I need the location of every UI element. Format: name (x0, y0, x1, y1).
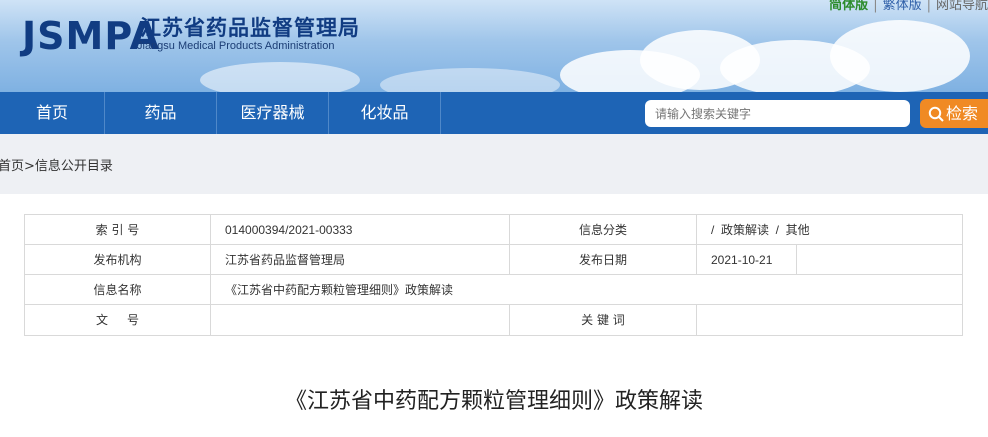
doc-no-label: 文 号 (25, 305, 211, 335)
nav-divider (440, 92, 441, 134)
org-name-cn: 江苏省药品监督管理局 (140, 16, 360, 40)
link-traditional[interactable]: 繁体版 (883, 0, 922, 13)
banner-cloud (830, 20, 970, 92)
info-table: 索 引 号 014000394/2021-00333 信息分类 / 政策解读 /… (24, 214, 963, 336)
nav-item-cosmetics[interactable]: 化妆品 (329, 92, 440, 134)
banner-cloud (380, 68, 560, 92)
index-value: 014000394/2021-00333 (211, 215, 510, 245)
site-header: JSMPA 江苏省药品监督管理局 Jiangsu Medical Product… (0, 0, 988, 92)
search-button[interactable]: 检索 (920, 99, 988, 128)
divider: | (873, 0, 878, 13)
org-name-en: Jiangsu Medical Products Administration (137, 40, 335, 52)
publisher-value: 江苏省药品监督管理局 (211, 245, 510, 275)
search-icon (928, 106, 944, 122)
top-links: 简体版 | 繁体版 | 网站导航 (829, 0, 988, 13)
table-row: 发布机构 江苏省药品监督管理局 发布日期 2021-10-21 (25, 245, 962, 275)
search-button-label: 检索 (946, 104, 979, 123)
table-row: 索 引 号 014000394/2021-00333 信息分类 / 政策解读 /… (25, 215, 962, 245)
table-row: 信息名称 《江苏省中药配方颗粒管理细则》政策解读 (25, 275, 962, 305)
link-simplified[interactable]: 简体版 (829, 0, 868, 13)
category-label: 信息分类 (510, 215, 697, 245)
category-value: / 政策解读 / 其他 (711, 223, 810, 237)
name-label: 信息名称 (25, 275, 211, 305)
banner-cloud (200, 62, 360, 92)
breadcrumb-band (0, 134, 988, 194)
date-label: 发布日期 (510, 245, 697, 275)
name-value: 《江苏省中药配方颗粒管理细则》政策解读 (225, 283, 454, 297)
table-row: 文 号 关 键 词 (25, 305, 962, 335)
link-sitemap[interactable]: 网站导航 (936, 0, 988, 13)
article-title: 《江苏省中药配方颗粒管理细则》政策解读 (284, 389, 703, 414)
publisher-label: 发布机构 (25, 245, 211, 275)
search-input[interactable] (645, 100, 910, 127)
nav-item-home[interactable]: 首页 (0, 92, 104, 134)
divider: | (926, 0, 931, 13)
keywords-label: 关 键 词 (510, 305, 697, 335)
breadcrumb[interactable]: 首页>信息公开目录 (0, 155, 113, 174)
date-value: 2021-10-21 (697, 245, 797, 275)
nav-item-devices[interactable]: 医疗器械 (217, 92, 328, 134)
index-label: 索 引 号 (25, 215, 211, 245)
keywords-value (697, 305, 962, 335)
nav-item-drugs[interactable]: 药品 (105, 92, 216, 134)
doc-no-value (211, 305, 510, 335)
